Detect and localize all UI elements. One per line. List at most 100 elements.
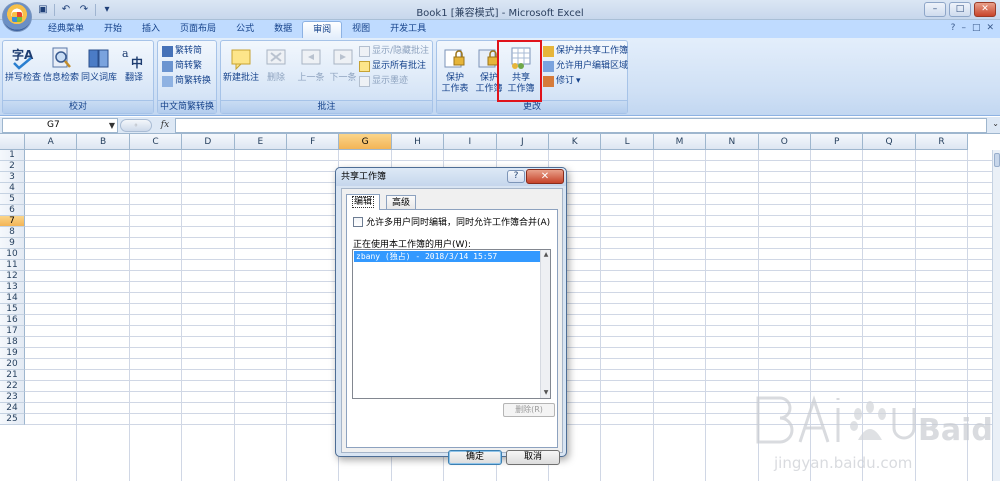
allow-edit-ranges-button[interactable]: 允许用户编辑区域 (543, 60, 628, 73)
protect-share-workbook-button[interactable]: 保护并共享工作簿 (543, 45, 628, 58)
row-header[interactable]: 10 (0, 249, 25, 260)
help-icon[interactable]: ? (951, 23, 956, 33)
row-header[interactable]: 4 (0, 183, 25, 194)
column-header[interactable]: G (339, 134, 392, 150)
column-header[interactable]: D (182, 134, 235, 150)
show-hide-comment-button[interactable]: 显示/隐藏批注 (359, 45, 429, 58)
minimize-button[interactable]: – (924, 2, 946, 17)
conversion-button[interactable]: 简繁转换 (162, 75, 211, 88)
vertical-scrollbar[interactable] (992, 150, 1000, 481)
row-header[interactable]: 15 (0, 304, 25, 315)
maximize-button[interactable]: □ (949, 2, 971, 17)
row-header[interactable]: 2 (0, 161, 25, 172)
column-header[interactable]: C (129, 134, 183, 150)
list-scrollbar[interactable]: ▲ ▼ (540, 250, 550, 398)
row-header[interactable]: 23 (0, 392, 25, 403)
office-button[interactable] (2, 2, 32, 32)
row-header[interactable]: 1 (0, 150, 25, 161)
scroll-up-icon[interactable]: ▲ (541, 250, 551, 260)
row-header[interactable]: 18 (0, 337, 25, 348)
column-header[interactable]: M (653, 134, 707, 150)
next-comment-button[interactable]: 下一条 (325, 43, 361, 84)
column-header[interactable]: F (287, 134, 340, 150)
row-header[interactable]: 21 (0, 370, 25, 381)
row-header[interactable]: 8 (0, 227, 25, 238)
thesaurus-button[interactable]: 同义词库 (81, 43, 117, 84)
row-header[interactable]: 12 (0, 271, 25, 282)
row-header[interactable]: 24 (0, 403, 25, 414)
tab-page-layout[interactable]: 页面布局 (170, 21, 226, 38)
row-header[interactable]: 9 (0, 238, 25, 249)
column-header[interactable]: P (811, 134, 864, 150)
column-header[interactable]: A (25, 134, 78, 150)
row-header[interactable]: 5 (0, 194, 25, 205)
row-header[interactable]: 17 (0, 326, 25, 337)
ok-button[interactable]: 确定 (448, 450, 502, 465)
tab-formulas[interactable]: 公式 (226, 21, 264, 38)
tab-classic-menu[interactable]: 经典菜单 (38, 21, 94, 38)
tab-developer[interactable]: 开发工具 (380, 21, 436, 38)
dialog-close-button[interactable]: ✕ (526, 169, 564, 184)
doc-minimize-button[interactable]: – (961, 23, 966, 33)
column-header[interactable]: J (496, 134, 549, 150)
remove-user-button[interactable]: 删除(R) (503, 403, 555, 417)
doc-close-button[interactable]: ✕ (986, 23, 994, 33)
row-header[interactable]: 13 (0, 282, 25, 293)
cancel-button[interactable]: 取消 (506, 450, 560, 465)
row-header[interactable]: 11 (0, 260, 25, 271)
tab-data[interactable]: 数据 (264, 21, 302, 38)
simp-to-trad-button[interactable]: 简转繁 (162, 60, 202, 73)
name-box-dropdown-icon[interactable]: ▼ (109, 119, 115, 132)
track-changes-button[interactable]: 修订 ▾ (543, 75, 581, 88)
row-header[interactable]: 25 (0, 414, 25, 425)
row-header[interactable]: 19 (0, 348, 25, 359)
allow-multiuser-row[interactable]: 允许多用户同时编辑，同时允许工作簿合并(A) (353, 215, 550, 228)
tab-advanced[interactable]: 高级 (386, 195, 417, 210)
column-header[interactable]: B (77, 134, 130, 150)
column-header[interactable]: R (915, 134, 969, 150)
tab-view[interactable]: 视图 (342, 21, 380, 38)
row-header[interactable]: 6 (0, 205, 25, 216)
tab-editing[interactable]: 编辑 (346, 194, 381, 210)
users-list[interactable]: zbany (独占) - 2018/3/14 15:57 ▲ ▼ (352, 249, 551, 399)
research-button[interactable]: 信息检索 (43, 43, 79, 84)
scroll-thumb[interactable] (994, 153, 1000, 167)
formula-cancel-button[interactable]: ◦ (120, 119, 152, 132)
column-header[interactable]: E (234, 134, 287, 150)
column-header[interactable]: H (391, 134, 445, 150)
show-ink-button[interactable]: 显示墨迹 (359, 75, 408, 88)
row-header[interactable]: 3 (0, 172, 25, 183)
column-header[interactable]: Q (863, 134, 916, 150)
row-header[interactable]: 14 (0, 293, 25, 304)
allow-multiuser-checkbox[interactable] (353, 216, 363, 227)
list-item[interactable]: zbany (独占) - 2018/3/14 15:57 (354, 251, 541, 262)
select-all-corner[interactable] (0, 134, 25, 150)
column-header[interactable]: N (706, 134, 759, 150)
tab-insert[interactable]: 插入 (132, 21, 170, 38)
insert-function-button[interactable]: fx (156, 118, 174, 133)
translate-button[interactable]: a中 翻译 (117, 43, 151, 84)
show-all-comments-button[interactable]: 显示所有批注 (359, 60, 426, 73)
protect-sheet-button[interactable]: 保护 工作表 (437, 43, 473, 95)
new-comment-button[interactable]: 新建批注 (223, 43, 259, 84)
tab-home[interactable]: 开始 (94, 21, 132, 38)
trad-to-simp-button[interactable]: 繁转简 (162, 45, 202, 58)
expand-formula-icon[interactable]: ⌄ (992, 119, 999, 128)
column-header[interactable]: I (444, 134, 497, 150)
dialog-help-button[interactable]: ? (507, 170, 525, 183)
doc-restore-button[interactable]: □ (972, 23, 981, 33)
tab-review[interactable]: 审阅 (302, 21, 343, 38)
row-header[interactable]: 20 (0, 359, 25, 370)
row-header[interactable]: 7 (0, 216, 25, 227)
delete-comment-button[interactable]: 删除 (259, 43, 293, 84)
column-header[interactable]: K (549, 134, 602, 150)
column-header[interactable]: L (601, 134, 654, 150)
row-header[interactable]: 16 (0, 315, 25, 326)
formula-input[interactable] (175, 118, 987, 133)
spell-check-button[interactable]: 字A 拼写检查 (5, 43, 41, 84)
previous-comment-button[interactable]: 上一条 (293, 43, 329, 84)
scroll-down-icon[interactable]: ▼ (541, 388, 551, 398)
name-box[interactable]: G7 ▼ (2, 118, 118, 133)
row-header[interactable]: 22 (0, 381, 25, 392)
column-header[interactable]: O (758, 134, 811, 150)
